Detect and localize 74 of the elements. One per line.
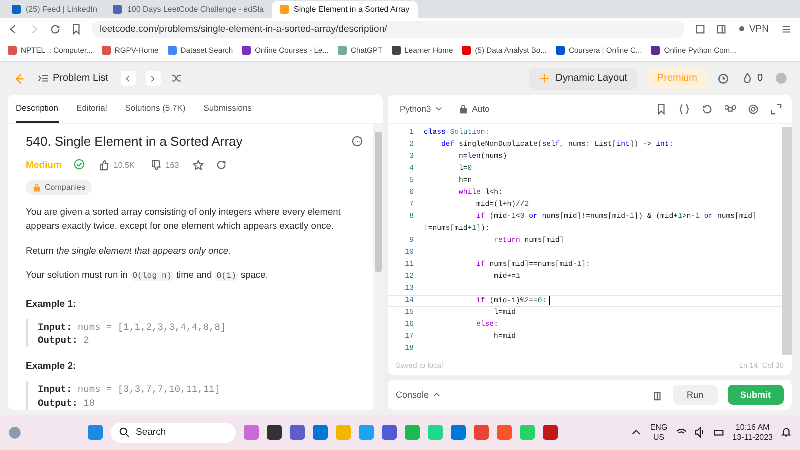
thumbs-down-icon [150, 160, 162, 171]
companies-tag[interactable]: Companies [26, 180, 92, 195]
taskbar-app-icon[interactable] [267, 425, 282, 440]
notification-bell-icon [781, 427, 792, 438]
difficulty-label: Medium [26, 160, 62, 171]
list-icon [38, 73, 49, 84]
clock[interactable]: 10:16 AM 13-11-2023 [732, 422, 773, 442]
battery-icon [714, 427, 725, 438]
extensions-icon [695, 24, 706, 34]
example-input-text: Input: nums = [3,3,7,7,10,11,11] [38, 383, 222, 397]
chevron-left-icon [124, 74, 132, 82]
tab-favicon-icon [280, 5, 289, 14]
dot-icon [739, 26, 746, 32]
dislike-button[interactable]: 163 [148, 158, 182, 173]
browser-tab[interactable]: Single Element in a Sorted Array [272, 1, 418, 18]
chevron-right-icon [149, 74, 158, 82]
check-circle-icon [74, 159, 85, 170]
auto-toggle[interactable]: Auto [457, 102, 492, 116]
run-button[interactable]: Run [672, 385, 718, 405]
lock-icon [33, 184, 41, 192]
more-icon [352, 136, 363, 147]
volume-icon [694, 427, 706, 438]
example-title: Example 1: [26, 298, 78, 310]
example-title: Example 2: [26, 361, 78, 372]
tab-favicon-icon [12, 5, 21, 14]
problem-title: 540. Single Element in a Sorted Array [26, 134, 243, 149]
chevron-down-icon [435, 105, 444, 113]
language-dropdown[interactable]: Python3 [398, 102, 446, 116]
share-icon [216, 160, 228, 171]
lock-icon [459, 104, 468, 114]
description-text: Your solution must run in O(log n) time and O(1) space. [26, 269, 270, 284]
search-icon [119, 427, 130, 438]
taskbar-app-icon[interactable] [290, 425, 305, 440]
next-button[interactable] [146, 71, 161, 86]
browser-tab[interactable]: 100 Days LeetCode Challenge - edSla [105, 1, 272, 18]
browser-tab[interactable]: (25) Feed | LinkedIn [4, 1, 106, 18]
previous-button[interactable] [120, 71, 136, 86]
address-bar[interactable]: leetcode.com/problems/single-element-in-a-sorted-array/description/ [92, 20, 686, 38]
tab-favicon-icon [113, 5, 122, 14]
bookmark-icon [71, 24, 82, 34]
language-indicator[interactable]: ENG US [650, 422, 668, 442]
settings-icon [748, 104, 759, 114]
sidebar-icon [716, 24, 728, 34]
thumbs-up-icon [98, 160, 110, 171]
example-input-text: Input: nums = [1,1,2,3,3,4,4,8,8] [38, 320, 228, 334]
bookmark-icon [656, 104, 667, 114]
menu-icon [781, 24, 792, 34]
expand-icon [771, 104, 782, 114]
shuffle-icon [170, 73, 182, 84]
braces-icon [679, 104, 690, 114]
example-output-text: Output: 10 [38, 396, 96, 410]
streak-button[interactable]: 0 [740, 71, 765, 86]
taskbar-app-icon[interactable] [543, 425, 558, 440]
panel-tab[interactable]: Editorial [76, 95, 108, 123]
star-icon [193, 160, 204, 171]
example-output-text: Output: 2 [38, 334, 90, 348]
panel-tab[interactable]: Solutions (5.7K) [125, 95, 186, 123]
description-text: You are given a sorted array consisting of only integers where every element appears exactly twice, except for one element which appears exactly once. [26, 206, 342, 234]
reload-icon [50, 24, 61, 34]
description-text: Return the single element that appears only once. [26, 244, 232, 258]
panel-tab[interactable]: Submissions [204, 95, 252, 123]
like-button[interactable]: 10.5K [96, 158, 137, 173]
chevron-up-icon [433, 391, 442, 399]
taskbar-search[interactable]: Search [111, 422, 236, 442]
vpn-button[interactable]: VPN [737, 22, 771, 36]
dynamic-layout-button[interactable]: Dynamic Layout [528, 68, 638, 90]
alarm-clock-icon [717, 72, 730, 85]
avatar-icon [775, 72, 788, 85]
start-button[interactable] [88, 425, 103, 440]
problem-list-button[interactable]: Problem List [36, 71, 111, 86]
taskbar-app-icon[interactable] [382, 425, 397, 440]
reset-icon [702, 104, 713, 114]
console-button[interactable]: Console [396, 390, 442, 400]
panel-tab[interactable]: Description [16, 95, 59, 123]
